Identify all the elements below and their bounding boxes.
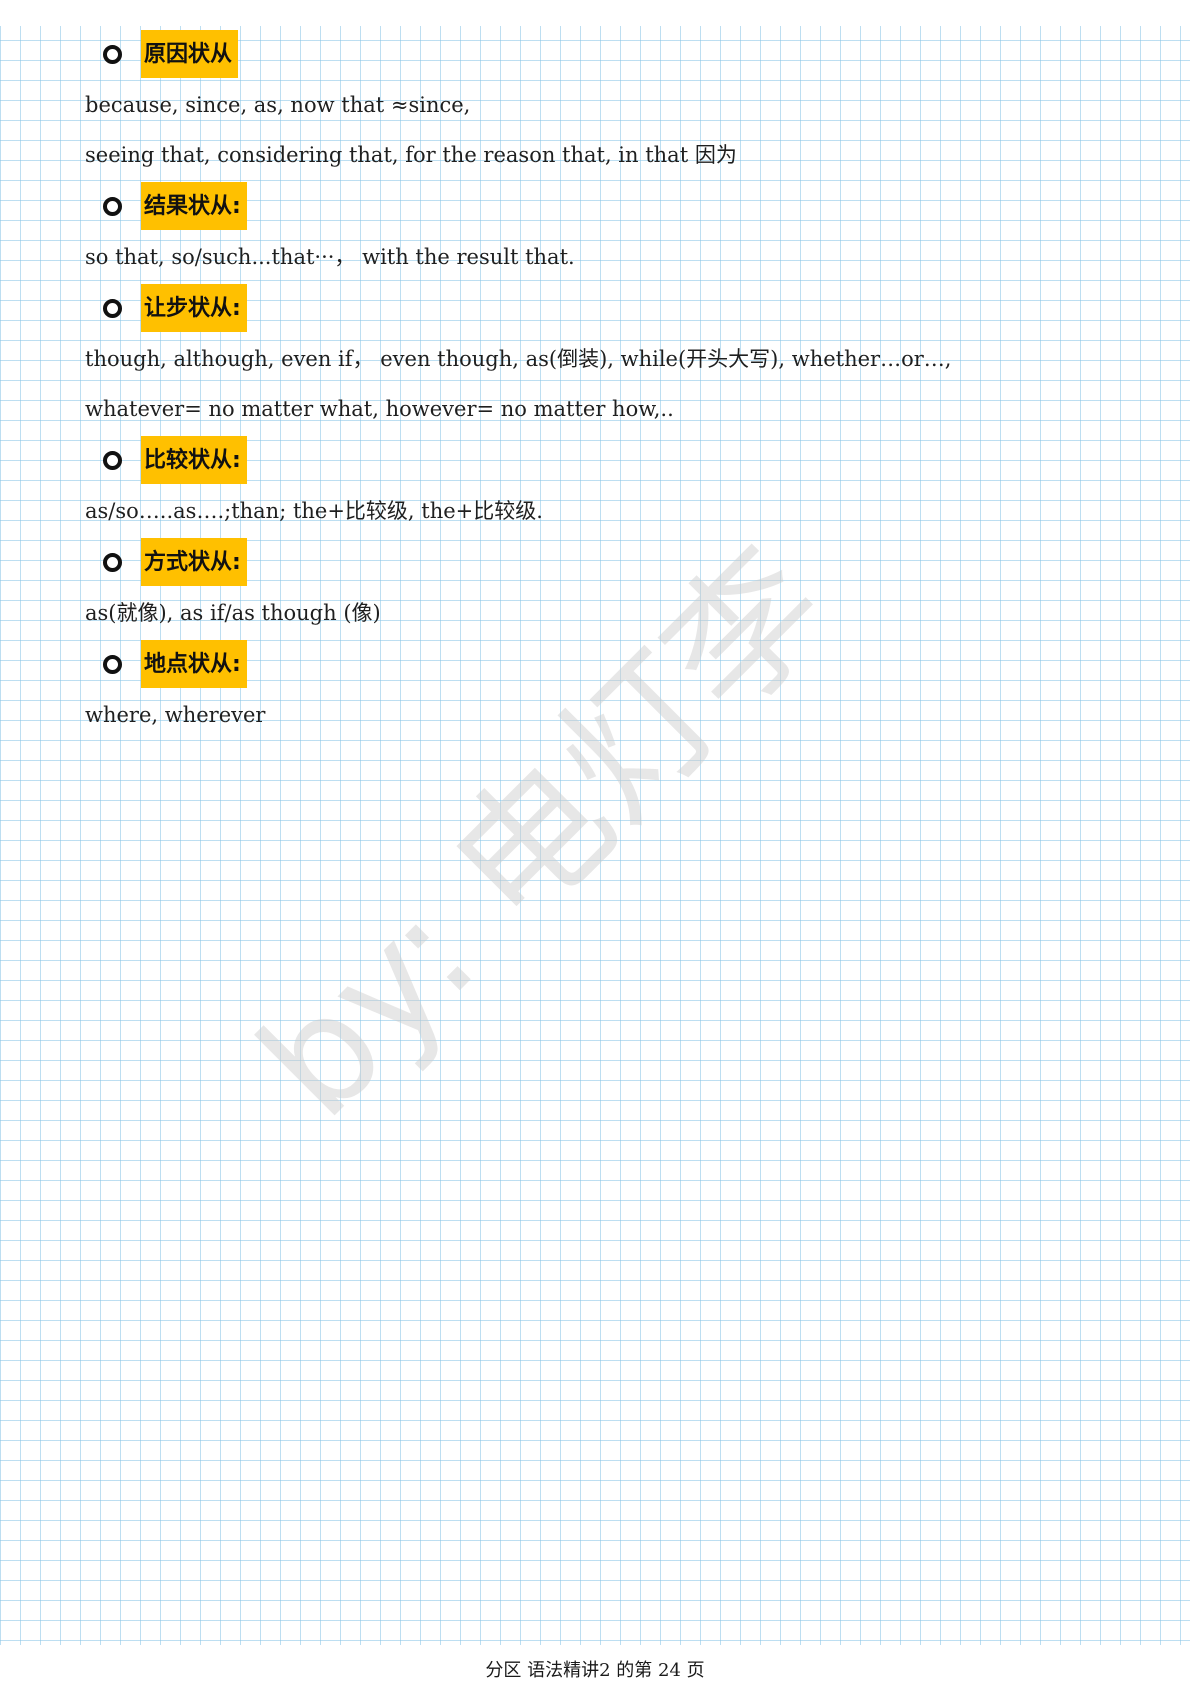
section-line: where, wherever: [85, 703, 266, 727]
page-top-margin: [0, 0, 1190, 26]
bullet-icon: [103, 450, 122, 470]
section-heading-reason: 原因状从: [85, 28, 1085, 80]
section-title: 让步状从:: [141, 284, 247, 332]
section-title: 结果状从:: [141, 182, 247, 230]
section-heading-place: 地点状从:: [85, 638, 1085, 690]
section-line: because, since, as, now that ≈since,: [85, 93, 471, 117]
bullet-icon: [103, 196, 122, 216]
section-line: though, although, even if， even though, …: [85, 347, 952, 371]
section-title: 比较状从:: [141, 436, 247, 484]
section-heading-concession: 让步状从:: [85, 282, 1085, 334]
bullet-icon: [103, 44, 122, 64]
section-line: whatever= no matter what, however= no ma…: [85, 397, 674, 421]
section-title: 地点状从:: [141, 640, 247, 688]
section-heading-result: 结果状从:: [85, 180, 1085, 232]
section-title: 原因状从: [141, 30, 239, 78]
bullet-icon: [103, 298, 122, 318]
bullet-icon: [103, 654, 122, 674]
page-footer: 分区 语法精讲2 的第 24 页: [485, 1660, 705, 1681]
section-line: as(就像), as if/as though (像): [85, 601, 381, 625]
section-heading-comparison: 比较状从:: [85, 434, 1085, 486]
section-heading-manner: 方式状从:: [85, 536, 1085, 588]
bullet-icon: [103, 552, 122, 572]
section-line: as/so…..as….;than; the+比较级, the+比较级.: [85, 499, 543, 523]
section-title: 方式状从:: [141, 538, 247, 586]
document-body: 原因状从 because, since, as, now that ≈since…: [85, 28, 1085, 740]
section-line: seeing that, considering that, for the r…: [85, 143, 737, 167]
section-line: so that, so/such...that···， with the res…: [85, 245, 575, 269]
